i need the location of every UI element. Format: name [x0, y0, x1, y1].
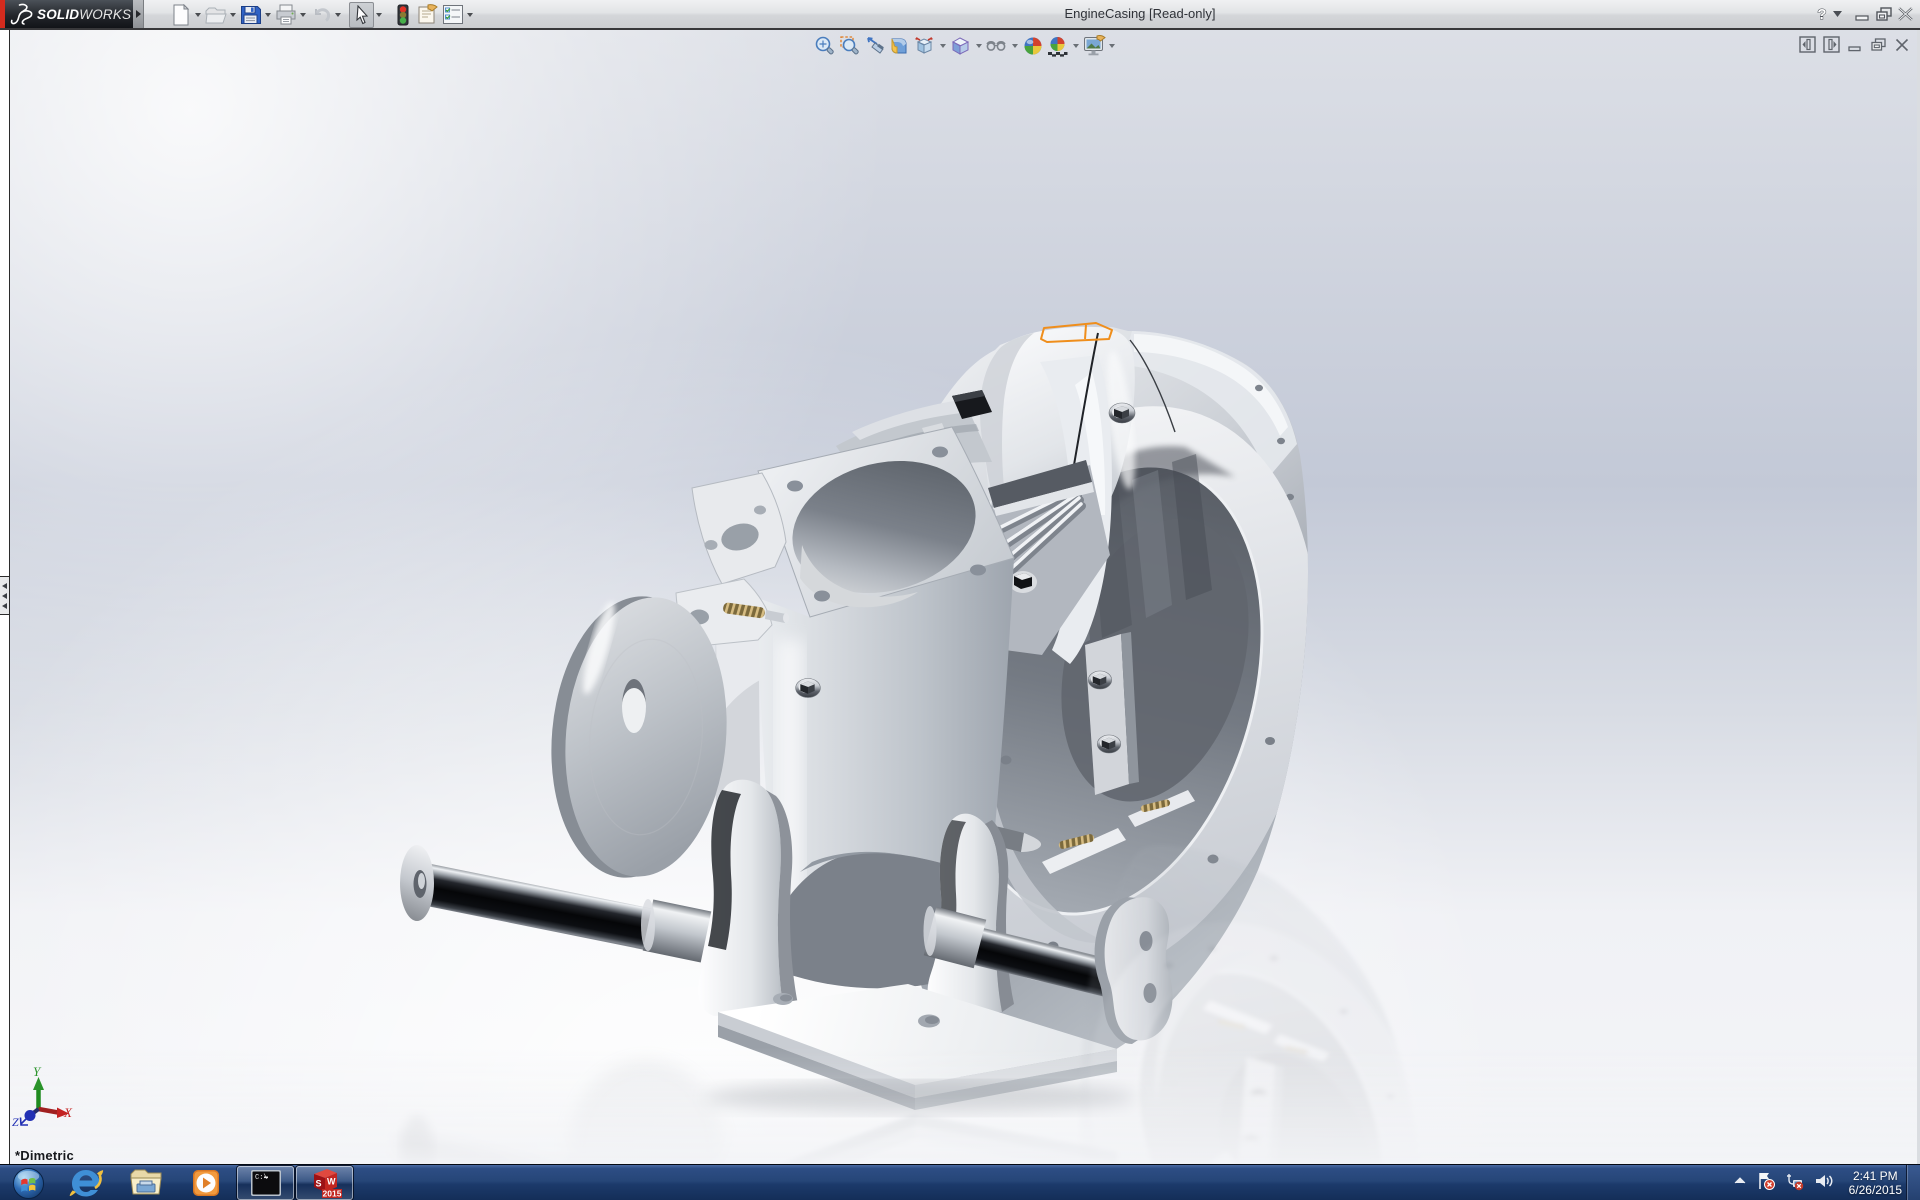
network-icon[interactable] [1785, 1171, 1805, 1196]
zoom-to-area-button[interactable] [837, 34, 862, 59]
model-scene: Y X Z [10, 30, 1917, 1164]
save-button[interactable] [238, 2, 263, 28]
sw-letter-w: W [327, 1177, 336, 1187]
title-bar: SOLIDWORKS [0, 0, 1920, 30]
section-view-button[interactable] [887, 34, 912, 59]
dropdown-arrow-icon [300, 13, 306, 17]
solidworks-window: SOLIDWORKS [0, 0, 1920, 1200]
apply-scene-button[interactable] [1045, 34, 1070, 59]
dropdown-arrow-icon [195, 13, 201, 17]
doc-minimize-button[interactable] [1847, 37, 1863, 53]
quick-toolbar [168, 1, 475, 28]
window-controls: ? [1815, 0, 1914, 28]
restore-button[interactable] [1875, 6, 1893, 22]
help-dropdown[interactable] [1833, 10, 1842, 18]
hide-show-items-button[interactable] [984, 34, 1009, 59]
undo-button[interactable] [308, 2, 333, 28]
dropdown-arrow-icon [1012, 44, 1018, 48]
minimize-button[interactable] [1854, 6, 1871, 22]
dropdown-arrow-icon [1109, 44, 1115, 48]
graphics-viewport[interactable]: Y X Z [0, 30, 1920, 1164]
dropdown-arrow-icon [976, 44, 982, 48]
display-style-button[interactable] [948, 34, 973, 59]
help-button[interactable]: ? [1815, 6, 1829, 22]
solidworks-logo: SOLIDWORKS [5, 0, 134, 28]
save-dropdown[interactable] [263, 2, 272, 28]
doc-close-button[interactable] [1894, 37, 1910, 53]
window-title: EngineCasing [Read-only] [1040, 0, 1240, 28]
start-button[interactable] [0, 1165, 56, 1200]
dropdown-arrow-icon [2, 583, 7, 589]
select-button[interactable] [349, 2, 374, 28]
dropdown-arrow-icon [940, 44, 946, 48]
triad-z-label: Z [12, 1115, 19, 1129]
show-hidden-icons-button[interactable] [1733, 1174, 1747, 1192]
file-properties-button[interactable] [415, 2, 440, 28]
zoom-to-fit-button[interactable] [812, 34, 837, 59]
xpress-products-button[interactable] [390, 2, 415, 28]
feature-panel-collapsed-tab[interactable] [0, 576, 10, 615]
doc-restore-button[interactable] [1870, 37, 1887, 53]
open-button[interactable] [203, 2, 228, 28]
options-button[interactable] [440, 2, 465, 28]
close-button[interactable] [1897, 6, 1914, 22]
headsup-toolbar [812, 33, 1117, 59]
undo-dropdown[interactable] [333, 2, 342, 28]
edit-appearance-button[interactable] [1020, 34, 1045, 59]
volume-icon[interactable] [1814, 1171, 1834, 1196]
collapse-left-pane-button[interactable] [1799, 36, 1816, 53]
taskbar-items: C:\ S W 2015 [0, 1165, 354, 1200]
options-dropdown[interactable] [465, 2, 474, 28]
view-orientation-label: *Dimetric [15, 1148, 74, 1163]
taskbar-solidworks[interactable]: S W 2015 [296, 1166, 353, 1200]
view-orientation-dropdown[interactable] [937, 34, 948, 59]
display-style-dropdown[interactable] [973, 34, 984, 59]
dropdown-arrow-icon [1073, 44, 1079, 48]
hide-show-items-dropdown[interactable] [1009, 34, 1020, 59]
dropdown-arrow-icon [335, 13, 341, 17]
dropdown-arrow-icon [136, 10, 141, 18]
view-settings-dropdown[interactable] [1106, 34, 1117, 59]
taskbar-command-prompt[interactable]: C:\ [237, 1166, 294, 1200]
collapse-right-pane-button[interactable] [1823, 36, 1840, 53]
print-dropdown[interactable] [298, 2, 307, 28]
triad-x-label: X [63, 1105, 73, 1120]
dropdown-arrow-icon [2, 603, 7, 609]
dropdown-arrow-icon [2, 593, 7, 599]
dropdown-arrow-icon [230, 13, 236, 17]
system-tray: 2:41 PM 6/26/2015 [1733, 1165, 1902, 1200]
taskbar-windows-explorer[interactable] [116, 1165, 176, 1200]
taskbar-media-player[interactable] [176, 1165, 236, 1200]
scene-container: Y X Z [10, 30, 1917, 1164]
apply-scene-dropdown[interactable] [1070, 34, 1081, 59]
dropdown-arrow-icon [467, 13, 473, 17]
brand-text: SOLIDWORKS [37, 7, 131, 22]
dropdown-arrow-icon [265, 13, 271, 17]
sw-badge: 2015 [322, 1189, 341, 1199]
menu-flyout-arrow[interactable] [133, 0, 144, 28]
view-settings-button[interactable] [1081, 34, 1106, 59]
show-desktop-button[interactable] [1906, 1165, 1920, 1200]
print-button[interactable] [273, 2, 298, 28]
open-dropdown[interactable] [228, 2, 237, 28]
help-question-glyph: ? [1817, 6, 1826, 22]
taskbar-internet-explorer[interactable] [56, 1165, 116, 1200]
document-window-controls [1799, 36, 1910, 53]
tray-time: 2:41 PM [1849, 1169, 1902, 1183]
action-center-icon[interactable] [1756, 1171, 1776, 1196]
dropdown-arrow-icon [376, 13, 382, 17]
select-dropdown[interactable] [374, 2, 383, 28]
sw-letter-s: S [315, 1179, 321, 1189]
ds-logo-icon [10, 3, 34, 25]
new-dropdown[interactable] [193, 2, 202, 28]
brand-text-bold: SOLID [37, 7, 79, 22]
new-button[interactable] [168, 2, 193, 28]
brand-text-light: WORKS [79, 7, 131, 22]
taskbar: C:\ S W 2015 [0, 1164, 1920, 1200]
tray-clock[interactable]: 2:41 PM 6/26/2015 [1849, 1169, 1902, 1197]
tray-date: 6/26/2015 [1849, 1183, 1902, 1197]
previous-view-button[interactable] [862, 34, 887, 59]
view-orientation-button[interactable] [912, 34, 937, 59]
